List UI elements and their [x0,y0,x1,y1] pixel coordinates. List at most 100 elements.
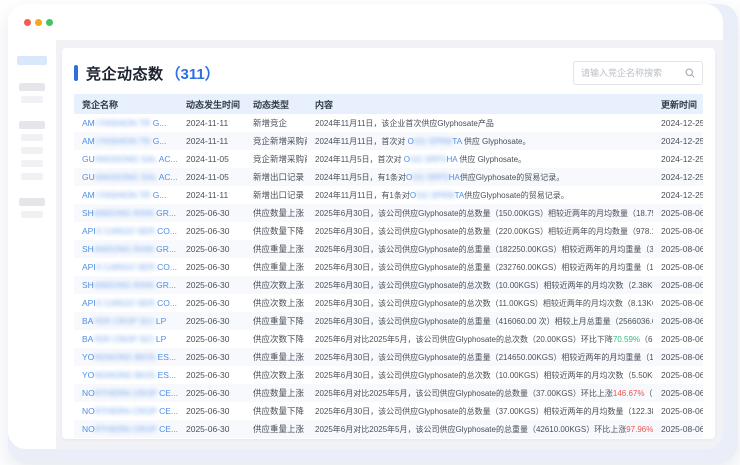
maximize-window-icon[interactable] [46,19,53,26]
table-row: AMI FASHION TR G...2024-11-11竞企新增采购商2024… [74,132,703,150]
competitor-name-link[interactable]: AMI FASHION TR G... [74,114,178,132]
competitor-name-link[interactable]: NORTHERN CROP CE... [74,384,178,402]
dynamic-type-cell: 新增竞企 [245,114,307,132]
content-cell: 2024年11月5日，有1条对OGG SRPSHA供应Glyphosate的贸易… [307,168,653,186]
update-time-cell: 2025-08-06 [653,312,703,330]
content-cell: 2025年6月30日，该公司供应Glyphosate的总次数（11.00KGS）… [307,294,653,312]
content-cell: 2024年11月5日，首次对 OGG SRPSHA 供应 Glyphosate。 [307,150,653,168]
competitor-name-link[interactable]: YONGNONG BIOS ES... [74,348,178,366]
table-row: GUANGDONG SAL AC...2024-11-05竞企新增采购商2024… [74,150,703,168]
content-cell: 2025年6月30日，该公司供应Glyphosate的总重量（182250.00… [307,240,653,258]
sidebar-item-placeholder[interactable] [19,198,45,206]
dynamic-type-cell: 供应数量上涨 [245,384,307,402]
sidebar-item-placeholder[interactable] [17,56,47,65]
update-time-cell: 2024-12-25 [653,132,703,150]
content-cell: 2025年6月30日，该公司供应Glyphosate的总重量（416060.00… [307,312,653,330]
event-time-cell: 2025-06-30 [178,420,245,438]
table-row: APIX CARGO SER CO...2025-06-30供应次数上涨2025… [74,294,703,312]
sidebar-item-placeholder[interactable] [19,83,45,91]
content-card: 竞企动态数 （311） [62,48,715,439]
traffic-light-dots [24,19,53,26]
update-time-cell: 2024-12-25 [653,114,703,132]
column-header: 动态发生时间 [178,94,245,114]
competitor-name-link[interactable]: APIX CARGO SER CO... [74,294,178,312]
event-time-cell: 2025-06-30 [178,204,245,222]
event-time-cell: 2025-06-30 [178,312,245,330]
dynamic-type-cell: 供应数量下降 [245,222,307,240]
event-time-cell: 2024-11-05 [178,168,245,186]
event-time-cell: 2025-06-30 [178,366,245,384]
page-title: 竞企动态数 [86,63,164,84]
competitor-name-link[interactable]: YONGNONG BIOS ES... [74,366,178,384]
competitor-name-link[interactable]: NORTHERN CROP CE... [74,420,178,438]
table-row: AMI FASHION TR G...2024-11-11新增出口记录2024年… [74,186,703,204]
content-cell: 2025年6月30日，该公司供应Glyphosate的总数量（37.00KGS）… [307,402,653,420]
competitor-name-link[interactable]: SHANDONG RAIN GR... [74,240,178,258]
competitor-name-link[interactable]: SHANDONG RAIN GR... [74,204,178,222]
dynamic-type-cell: 供应次数上涨 [245,294,307,312]
update-time-cell: 2024-12-25 [653,150,703,168]
table-row: APIX CARGO SER CO...2025-06-30供应数量下降2025… [74,222,703,240]
dynamic-type-cell: 供应次数上涨 [245,276,307,294]
table-row: AMI FASHION TR G...2024-11-11新增竞企2024年11… [74,114,703,132]
competitor-search-box[interactable] [573,61,703,85]
update-time-cell: 2025-08-06 [653,366,703,384]
update-time-cell: 2024-12-25 [653,186,703,204]
close-window-icon[interactable] [24,19,31,26]
dynamic-type-cell: 供应重量上涨 [245,348,307,366]
update-time-cell: 2025-08-06 [653,276,703,294]
table-row: NORTHERN CROP CE...2025-06-30供应数量下降2025年… [74,402,703,420]
sidebar-item-placeholder[interactable] [21,211,43,218]
event-time-cell: 2024-11-11 [178,186,245,204]
competitor-name-link[interactable]: AMI FASHION TR G... [74,186,178,204]
screenshot-stage: 竞企动态数 （311） [0,0,740,465]
dynamic-type-cell: 供应次数上涨 [245,366,307,384]
sidebar-item-placeholder[interactable] [21,160,43,167]
sidebar-item-placeholder[interactable] [21,96,43,103]
column-header: 内容 [307,94,653,114]
competitor-name-link[interactable]: GUANGDONG SAL AC... [74,150,178,168]
table-row: NORTHERN CROP CE...2025-06-30供应重量上涨2025年… [74,420,703,438]
update-time-cell: 2025-08-06 [653,258,703,276]
dynamic-type-cell: 供应重量上涨 [245,258,307,276]
event-time-cell: 2024-11-05 [178,150,245,168]
sidebar-item-placeholder[interactable] [21,147,43,154]
sidebar-item-placeholder[interactable] [21,173,43,180]
competitor-name-link[interactable]: NORTHERN CROP CE... [74,402,178,420]
competitor-name-link[interactable]: APIX CARGO SER CO... [74,222,178,240]
content-cell: 2025年6月30日，该公司供应Glyphosate的总次数（10.00KGS）… [307,366,653,384]
table-row: SHANDONG RAIN GR...2025-06-30供应数量上涨2025年… [74,204,703,222]
content-cell: 2025年6月30日，该公司供应Glyphosate的总重量（232760.00… [307,258,653,276]
competitor-name-link[interactable]: AMI FASHION TR G... [74,132,178,150]
sidebar-item-placeholder[interactable] [21,134,43,141]
competitor-name-link[interactable]: GUANGDONG SAL AC... [74,168,178,186]
content-cell: 2025年6月30日，该公司供应Glyphosate的总数量（220.00KGS… [307,222,653,240]
search-input[interactable] [581,68,685,78]
competitor-name-link[interactable]: APIX CARGO SER CO... [74,258,178,276]
event-time-cell: 2025-06-30 [178,294,245,312]
event-time-cell: 2025-06-30 [178,402,245,420]
table-row: APIX CARGO SER CO...2025-06-30供应重量上涨2025… [74,258,703,276]
competitor-name-link[interactable]: BAYER CROP SCI LP [74,330,178,348]
update-time-cell: 2025-08-06 [653,402,703,420]
content-cell: 2025年6月对比2025年5月，该公司供应Glyphosate的总数量（37.… [307,384,653,402]
record-count: （311） [166,63,220,84]
dynamic-type-cell: 新增出口记录 [245,168,307,186]
main-area: 竞企动态数 （311） [56,40,723,449]
event-time-cell: 2025-06-30 [178,276,245,294]
event-time-cell: 2025-06-30 [178,240,245,258]
content-cell: 2024年11月11日，首次对 OGG SPRWTA 供应 Glyphosate… [307,132,653,150]
content-cell: 2025年6月30日，该公司供应Glyphosate的总重量（214650.00… [307,348,653,366]
dynamic-type-cell: 供应重量下降 [245,312,307,330]
sidebar-item-placeholder[interactable] [19,121,45,129]
table-row: GUANGDONG SAL AC...2024-11-05新增出口记录2024年… [74,168,703,186]
competitor-name-link[interactable]: BAYER CROP SCI LP [74,312,178,330]
update-time-cell: 2025-08-06 [653,330,703,348]
search-icon[interactable] [685,68,695,78]
content-cell: 2025年6月对比2025年5月，该公司供应Glyphosate的总重量（426… [307,420,653,438]
update-time-cell: 2025-08-06 [653,348,703,366]
competitor-name-link[interactable]: SHANDONG RAIN GR... [74,276,178,294]
update-time-cell: 2025-08-06 [653,240,703,258]
minimize-window-icon[interactable] [35,19,42,26]
event-time-cell: 2025-06-30 [178,258,245,276]
